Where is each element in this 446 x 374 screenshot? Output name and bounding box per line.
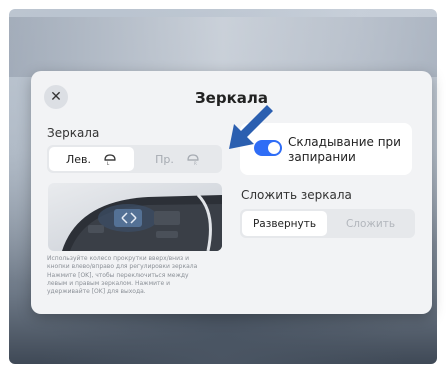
mirror-instructions: Используйте колесо прокрутки вверх/вниз … — [47, 255, 198, 296]
fold-on-lock-label: Складывание при запирании — [288, 135, 401, 164]
background-blur — [9, 17, 437, 77]
right-mirror-label: Пр. — [155, 152, 174, 166]
mirror-side-selector: Лев. L Пр. R — [47, 145, 222, 173]
left-mirror-option[interactable]: Лев. L — [49, 147, 134, 171]
fold-mirrors-selector: Развернуть Сложить — [240, 209, 415, 238]
unfold-option[interactable]: Развернуть — [242, 211, 327, 236]
mirrors-section-label: Зеркала — [47, 126, 100, 140]
pointer-arrow-icon — [229, 105, 273, 149]
fold-option[interactable]: Сложить — [328, 211, 413, 236]
svg-text:L: L — [107, 161, 110, 166]
steering-wheel-image — [48, 183, 222, 251]
left-mirror-label: Лев. — [65, 152, 92, 166]
svg-text:R: R — [194, 161, 197, 166]
left-mirror-icon: L — [104, 154, 116, 166]
fold-mirrors-section-label: Сложить зеркала — [241, 188, 352, 202]
right-mirror-option[interactable]: Пр. R — [135, 147, 220, 171]
right-mirror-icon: R — [187, 154, 199, 166]
